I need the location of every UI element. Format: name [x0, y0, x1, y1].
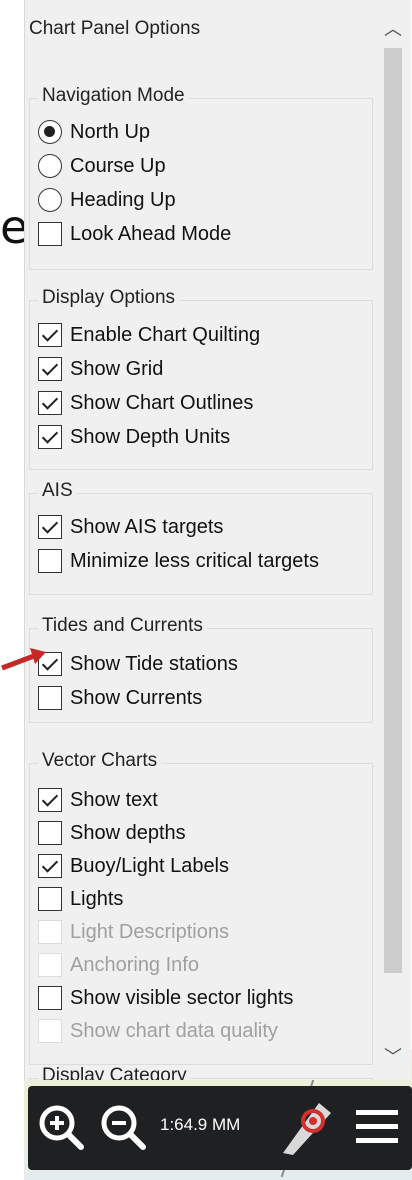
radio-button[interactable]: [38, 120, 62, 144]
checkbox-look-ahead-mode[interactable]: Look Ahead Mode: [38, 219, 231, 249]
radio-button[interactable]: [38, 154, 62, 178]
checkbox-light-descriptions: Light Descriptions: [38, 917, 229, 947]
checkbox-label: Minimize less critical targets: [70, 549, 319, 572]
navigation-mode-title: Navigation Mode: [38, 85, 189, 107]
checkbox-show-chart-data-quality: Show chart data quality: [38, 1016, 278, 1046]
display-category-title: Display Category: [38, 1065, 191, 1080]
display-options-title: Display Options: [38, 287, 180, 309]
checkbox-buoy-light-labels[interactable]: Buoy/Light Labels: [38, 851, 229, 881]
checkbox-show-ais-targets[interactable]: Show AIS targets: [38, 512, 223, 542]
vector-charts-group: Vector Charts Show text Show depths Buoy…: [29, 750, 373, 1065]
checkbox-lights[interactable]: Lights: [38, 884, 123, 914]
checkbox-show-currents[interactable]: Show Currents: [38, 683, 202, 713]
chevron-up-icon[interactable]: ︿: [375, 12, 411, 46]
checkbox-label: Look Ahead Mode: [70, 222, 232, 245]
checkbox-label: Lights: [70, 887, 124, 910]
bottom-toolbar: 1:64.9 MM: [28, 1086, 412, 1170]
checkbox-label: Anchoring Info: [70, 953, 199, 976]
checkbox-label: Show Depth Units: [70, 425, 231, 448]
checkbox: [38, 953, 62, 977]
checkbox-show-depth-units[interactable]: Show Depth Units: [38, 422, 230, 452]
checkbox[interactable]: [38, 222, 62, 246]
scrollbar-thumb[interactable]: [384, 48, 402, 973]
compass-icon[interactable]: [274, 1096, 336, 1158]
radio-heading-up[interactable]: Heading Up: [38, 185, 176, 215]
checkbox-label: Show chart data quality: [70, 1019, 278, 1042]
checkbox-anchoring-info: Anchoring Info: [38, 950, 199, 980]
radio-course-up[interactable]: Course Up: [38, 151, 166, 181]
panel-title: Chart Panel Options: [29, 18, 201, 39]
ais-title: AIS: [38, 480, 77, 502]
checkbox-label: Show Chart Outlines: [70, 391, 254, 414]
radio-label: Heading Up: [70, 188, 176, 211]
zoom-in-icon[interactable]: [30, 1096, 92, 1158]
checkbox-label: Show Tide stations: [70, 652, 238, 675]
chevron-down-icon[interactable]: ﹀: [375, 1040, 411, 1074]
checkbox[interactable]: [38, 986, 62, 1010]
radio-button[interactable]: [38, 188, 62, 212]
checkbox-minimize-less-critical-targets[interactable]: Minimize less critical targets: [38, 546, 319, 576]
checkbox: [38, 1019, 62, 1043]
checkbox-show-grid[interactable]: Show Grid: [38, 354, 163, 384]
checkbox-show-visible-sector-lights[interactable]: Show visible sector lights: [38, 983, 293, 1013]
vector-charts-title: Vector Charts: [38, 750, 162, 772]
display-options-group: Display Options Enable Chart Quilting Sh…: [29, 287, 373, 470]
checkbox[interactable]: [38, 425, 62, 449]
menu-icon[interactable]: [346, 1096, 408, 1158]
annotation-arrow-icon: [1, 648, 46, 671]
checkbox-enable-chart-quilting[interactable]: Enable Chart Quilting: [38, 320, 260, 350]
checkbox-label: Enable Chart Quilting: [70, 323, 261, 346]
checkbox-show-depths[interactable]: Show depths: [38, 818, 186, 848]
tides-currents-title: Tides and Currents: [38, 615, 207, 637]
ais-group: AIS Show AIS targets Minimize less criti…: [29, 480, 373, 595]
checkbox[interactable]: [38, 686, 62, 710]
tides-currents-group: Tides and Currents Show Tide stations Sh…: [29, 615, 373, 723]
checkbox-show-tide-stations[interactable]: Show Tide stations: [38, 649, 238, 679]
checkbox-label: Buoy/Light Labels: [70, 854, 230, 877]
zoom-out-icon[interactable]: [92, 1096, 154, 1158]
checkbox: [38, 920, 62, 944]
radio-label: Course Up: [70, 154, 166, 177]
chart-scale-readout: 1:64.9 MM: [160, 1115, 241, 1134]
display-category-group: Display Category: [29, 1065, 373, 1080]
checkbox-label: Show Grid: [70, 357, 164, 380]
checkbox[interactable]: [38, 549, 62, 573]
checkbox[interactable]: [38, 515, 62, 539]
checkbox[interactable]: [38, 821, 62, 845]
checkbox[interactable]: [38, 854, 62, 878]
radio-label: North Up: [70, 120, 151, 143]
checkbox[interactable]: [38, 788, 62, 812]
checkbox-label: Show AIS targets: [70, 515, 224, 538]
chart-panel-options: Chart Panel Options ︿ ﹀ Navigation Mode …: [24, 0, 411, 1080]
vertical-scrollbar[interactable]: ︿ ﹀: [375, 0, 411, 1080]
checkbox-label: Show visible sector lights: [70, 986, 294, 1009]
checkbox[interactable]: [38, 391, 62, 415]
checkbox-show-text[interactable]: Show text: [38, 785, 158, 815]
checkbox-show-chart-outlines[interactable]: Show Chart Outlines: [38, 388, 253, 418]
checkbox-label: Show depths: [70, 821, 186, 844]
checkbox-label: Show text: [70, 788, 158, 811]
radio-north-up[interactable]: North Up: [38, 117, 150, 147]
checkbox-label: Light Descriptions: [70, 920, 229, 943]
checkbox[interactable]: [38, 323, 62, 347]
checkbox[interactable]: [38, 357, 62, 381]
navigation-mode-group: Navigation Mode North Up Course Up Headi…: [29, 85, 373, 270]
checkbox[interactable]: [38, 887, 62, 911]
checkbox-label: Show Currents: [70, 686, 203, 709]
